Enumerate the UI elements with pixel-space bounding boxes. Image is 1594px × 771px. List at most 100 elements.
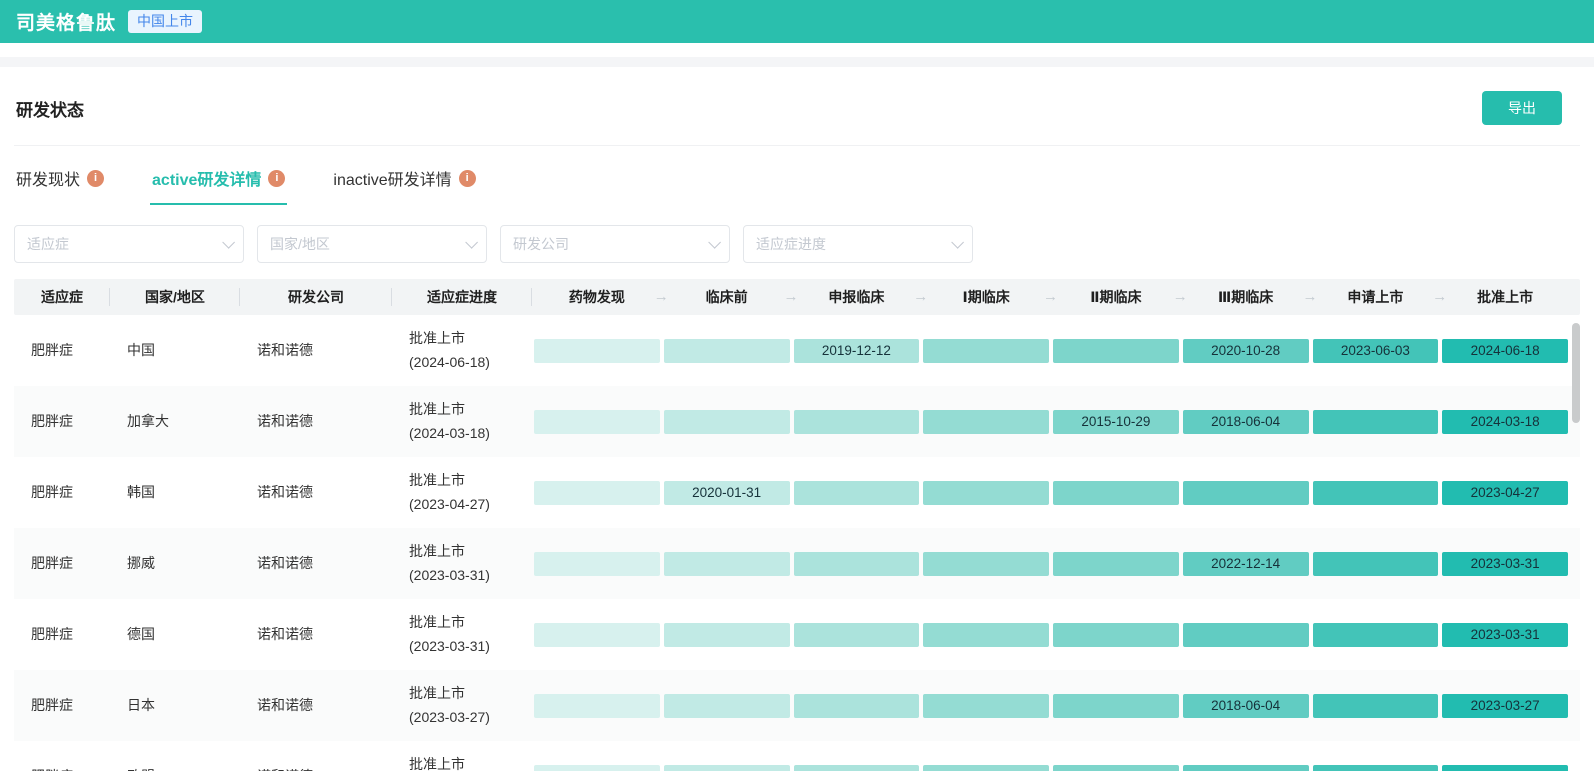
stage-column-header: 申请上市 →	[1311, 279, 1441, 315]
stage-segment	[1053, 694, 1179, 718]
stage-column-label: 申报临床	[828, 287, 884, 307]
stage-cell	[1311, 694, 1441, 718]
vertical-scrollbar[interactable]	[1572, 323, 1580, 423]
stage-cell: 2023-03-31	[1440, 552, 1570, 576]
progress-date: (2023-03-31)	[409, 564, 532, 588]
stage-column-header: Ⅰ期临床 →	[921, 279, 1051, 315]
stage-cell: 2022-12-14	[1181, 552, 1311, 576]
filter-placeholder: 国家/地区	[270, 234, 330, 254]
stage-cell	[532, 623, 662, 647]
stage-cell	[662, 410, 792, 434]
stage-segment: 2020-01-31	[664, 481, 790, 505]
table-row: 肥胖症 挪威 诺和诺德 批准上市 (2023-03-31) 2022-12-14…	[14, 528, 1580, 599]
stage-cell: 2018-06-04	[1181, 410, 1311, 434]
table-row: 肥胖症 中国 诺和诺德 批准上市 (2024-06-18) 2019-12-12…	[14, 315, 1580, 386]
stage-segment	[1313, 552, 1439, 576]
stage-segment	[794, 410, 920, 434]
stage-cell	[792, 410, 922, 434]
stage-cell	[921, 694, 1051, 718]
cell-indication: 肥胖症	[14, 623, 110, 647]
tab[interactable]: active研发详情 i	[150, 150, 287, 205]
filter-bar: 适应症 国家/地区 研发公司 适应症进度	[14, 225, 1580, 263]
stage-cell	[532, 765, 662, 771]
stage-segment	[1183, 623, 1309, 647]
stage-segment	[664, 765, 790, 771]
section-title: 研发状态	[16, 96, 84, 121]
cell-progress: 批准上市 (2024-06-18)	[392, 327, 532, 375]
stage-segment	[923, 694, 1049, 718]
progress-status: 批准上市	[409, 611, 532, 635]
export-button[interactable]: 导出	[1482, 91, 1562, 125]
stage-cell	[1051, 623, 1181, 647]
tab[interactable]: 研发现状 i	[14, 150, 106, 205]
table-row: 肥胖症 德国 诺和诺德 批准上市 (2023-03-31) 2023-03-31	[14, 599, 1580, 670]
stage-cell	[1051, 481, 1181, 505]
cell-region: 日本	[110, 694, 240, 718]
cell-indication: 肥胖症	[14, 410, 110, 434]
stage-segment	[923, 481, 1049, 505]
stage-segment: 2022-12-14	[1183, 552, 1309, 576]
progress-status: 批准上市	[409, 469, 532, 493]
filter-placeholder: 适应症进度	[756, 234, 826, 254]
filter-dropdown[interactable]: 研发公司	[500, 225, 730, 263]
stage-cell: 2022-01-06	[1440, 765, 1570, 771]
stage-cell	[921, 339, 1051, 363]
stage-column-label: 临床前	[706, 287, 748, 307]
stage-column-label: 申请上市	[1347, 287, 1403, 307]
stage-segment	[664, 410, 790, 434]
stage-segment	[1053, 623, 1179, 647]
tab-bar: 研发现状 i active研发详情 i inactive研发详情 i	[14, 146, 1580, 205]
stage-column-label: 批准上市	[1477, 287, 1533, 307]
stage-cell	[662, 765, 792, 771]
stage-segment	[794, 552, 920, 576]
info-icon[interactable]: i	[87, 170, 104, 187]
stage-segment	[923, 410, 1049, 434]
stage-cell	[662, 623, 792, 647]
cell-indication: 肥胖症	[14, 552, 110, 576]
info-icon[interactable]: i	[459, 170, 476, 187]
cell-progress: 批准上市 (2023-04-27)	[392, 469, 532, 517]
column-header: 研发公司	[240, 279, 392, 315]
stage-segment	[534, 339, 660, 363]
cell-company: 诺和诺德	[240, 410, 392, 434]
cell-indication: 肥胖症	[14, 339, 110, 363]
stage-segment: 2024-06-18	[1442, 339, 1568, 363]
stage-cell: 2020-10-28	[1181, 339, 1311, 363]
stage-cell	[532, 552, 662, 576]
stage-segment	[1183, 481, 1309, 505]
stage-column-label: Ⅰ期临床	[963, 287, 1010, 307]
cell-region: 中国	[110, 339, 240, 363]
filter-dropdown[interactable]: 适应症	[14, 225, 244, 263]
stage-cell	[1051, 765, 1181, 771]
stage-cell	[662, 552, 792, 576]
progress-status: 批准上市	[409, 327, 532, 351]
table-row: 肥胖症 加拿大 诺和诺德 批准上市 (2024-03-18) 2015-10-2…	[14, 386, 1580, 457]
stage-segment: 2019-12-12	[794, 339, 920, 363]
stage-segment	[1313, 481, 1439, 505]
stage-cell	[1181, 765, 1311, 771]
info-icon[interactable]: i	[268, 170, 285, 187]
filter-dropdown[interactable]: 适应症进度	[743, 225, 973, 263]
stage-segment: 2023-03-31	[1442, 552, 1568, 576]
stage-segment	[923, 765, 1049, 771]
stage-cell	[1311, 410, 1441, 434]
table-row: 肥胖症 韩国 诺和诺德 批准上市 (2023-04-27) 2020-01-31…	[14, 457, 1580, 528]
cell-indication: 肥胖症	[14, 765, 110, 771]
stage-segment	[794, 623, 920, 647]
stage-cell	[792, 481, 922, 505]
cell-company: 诺和诺德	[240, 694, 392, 718]
stage-segment	[1313, 694, 1439, 718]
progress-status: 批准上市	[409, 540, 532, 564]
stage-segment	[664, 552, 790, 576]
stage-cell	[532, 339, 662, 363]
filter-dropdown[interactable]: 国家/地区	[257, 225, 487, 263]
stage-segment	[534, 552, 660, 576]
stage-segment	[1053, 339, 1179, 363]
stage-segment	[534, 623, 660, 647]
stage-segment	[664, 623, 790, 647]
stage-cell: 2024-03-18	[1440, 410, 1570, 434]
tab[interactable]: inactive研发详情 i	[331, 150, 477, 205]
chevron-down-icon	[465, 236, 478, 249]
stage-column-header: Ⅱ期临床 →	[1051, 279, 1181, 315]
cell-progress: 批准上市 (2023-03-27)	[392, 682, 532, 730]
